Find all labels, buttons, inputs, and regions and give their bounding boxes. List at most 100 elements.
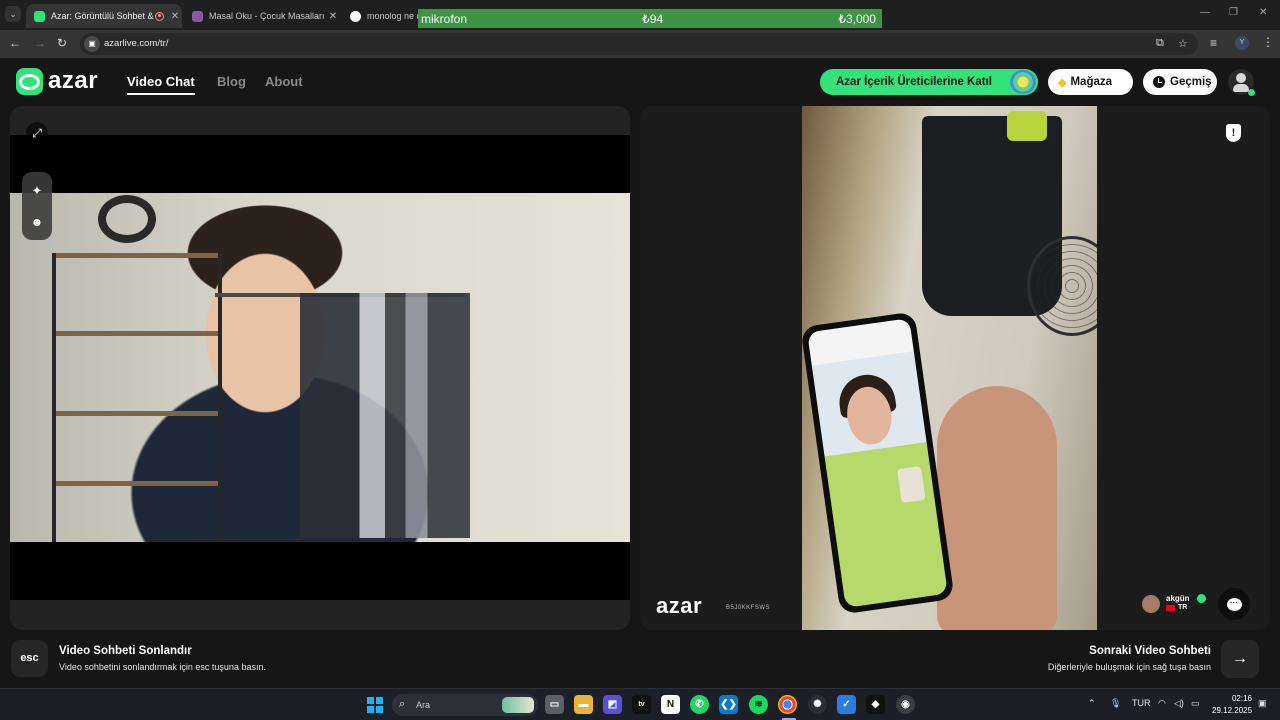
report-icon[interactable]: ! bbox=[1226, 124, 1241, 142]
sparkle-icon[interactable]: ✦ bbox=[32, 183, 43, 199]
hanging-clothes bbox=[300, 293, 470, 538]
url-text[interactable]: azarlive.com/tr/ bbox=[104, 38, 168, 49]
clock-date[interactable]: 29.12.2025 bbox=[1212, 706, 1252, 715]
remote-camera-feed bbox=[802, 106, 1097, 630]
package-icon[interactable]: ◆ bbox=[866, 695, 885, 714]
peer-info[interactable]: akgün TR bbox=[1142, 594, 1210, 616]
minimize-icon[interactable]: — bbox=[1200, 7, 1210, 18]
creator-cta-button[interactable]: Azar İçerik Üreticilerine Katıl bbox=[820, 69, 1038, 95]
media-icon[interactable]: ≡ bbox=[1210, 36, 1217, 50]
shop-button[interactable]: ◆ Mağaza bbox=[1048, 69, 1133, 95]
nav-blog[interactable]: Blog bbox=[217, 74, 246, 89]
user-avatar[interactable] bbox=[1228, 69, 1256, 97]
search-placeholder: Ara bbox=[416, 700, 431, 710]
menu-icon[interactable]: ⋮ bbox=[1262, 35, 1274, 49]
history-button[interactable]: Geçmiş bbox=[1143, 69, 1217, 95]
browser-tab-strip: ⌄ Azar: Görüntülü Sohbet & Y ✕ Masal Oku… bbox=[0, 0, 1280, 30]
clock-time[interactable]: 02:16 bbox=[1230, 694, 1252, 703]
nav-about[interactable]: About bbox=[265, 74, 303, 89]
todo-icon[interactable]: ✓ bbox=[837, 695, 856, 714]
peer-country: TR bbox=[1178, 604, 1188, 611]
shop-label: Mağaza bbox=[1070, 76, 1113, 88]
search-icon: ⌕ bbox=[399, 698, 406, 710]
language-indicator[interactable]: TUR bbox=[1132, 698, 1151, 708]
wifi-icon[interactable]: ◠ bbox=[1158, 698, 1166, 709]
close-icon[interactable]: ✕ bbox=[326, 11, 340, 22]
online-status-dot bbox=[1247, 88, 1256, 97]
gem-icon: ◆ bbox=[1058, 76, 1067, 89]
azar-favicon bbox=[34, 10, 45, 22]
record-icon bbox=[155, 11, 164, 21]
spotify-icon[interactable]: ≋ bbox=[749, 695, 768, 714]
whatsapp-icon[interactable]: ✆ bbox=[690, 695, 709, 714]
peer-avatar bbox=[1142, 595, 1160, 613]
esc-key-button[interactable]: esc bbox=[11, 640, 48, 677]
end-chat-subtitle: Video sohbetini sonlandırmak için esc tu… bbox=[59, 662, 266, 672]
chat-button[interactable]: ··· bbox=[1218, 588, 1250, 620]
expand-icon[interactable]: ⤢ bbox=[26, 122, 48, 144]
watermark-code: B5J0KKFSWS bbox=[726, 605, 771, 611]
azar-logo-icon[interactable] bbox=[16, 68, 43, 95]
bookmark-star-icon[interactable]: ☆ bbox=[1178, 37, 1188, 50]
vscode-icon[interactable]: ❮❯ bbox=[719, 695, 738, 714]
tab-masal[interactable]: Masal Oku - Çocuk Masalları - I ✕ bbox=[184, 4, 340, 28]
nav-video-chat[interactable]: Video Chat bbox=[127, 74, 195, 95]
shelf bbox=[52, 253, 222, 543]
tab-azar[interactable]: Azar: Görüntülü Sohbet & Y ✕ bbox=[26, 4, 182, 28]
creator-badge-icon bbox=[1010, 70, 1036, 94]
mic-label: mikrofon bbox=[421, 11, 468, 26]
next-chat-subtitle: Diğerleriyle buluşmak için sağ tuşa bası… bbox=[1047, 662, 1211, 672]
notion-icon[interactable]: N bbox=[661, 695, 680, 714]
address-bar[interactable]: ▣ azarlive.com/tr/ ⧉ ☆ bbox=[80, 33, 1198, 55]
forward-icon[interactable]: → bbox=[34, 36, 46, 50]
peer-name: akgün bbox=[1166, 594, 1190, 603]
masal-favicon bbox=[192, 10, 203, 22]
steering-wheel bbox=[98, 195, 156, 243]
mic-icon[interactable]: 🎙︎ bbox=[1110, 698, 1121, 709]
reload-icon[interactable]: ↻ bbox=[57, 36, 67, 50]
creator-cta-label: Azar İçerik Üreticilerine Katıl bbox=[836, 76, 992, 88]
site-info-icon[interactable]: ▣ bbox=[84, 36, 100, 52]
app-icon[interactable]: ◩ bbox=[603, 695, 622, 714]
chrome-icon[interactable] bbox=[778, 695, 797, 714]
watermark-logo: azar bbox=[656, 593, 703, 618]
tab-monolog[interactable]: monolog ne d bbox=[342, 4, 418, 28]
close-icon[interactable]: ✕ bbox=[168, 11, 182, 22]
battery-icon[interactable]: ▭ bbox=[1191, 698, 1200, 709]
taskbar-search[interactable]: ⌕ Ara bbox=[392, 694, 538, 716]
letterbox-bottom bbox=[10, 542, 630, 600]
turkey-flag-icon bbox=[1166, 605, 1175, 611]
next-chat-title: Sonraki Video Sohbeti bbox=[1089, 645, 1211, 657]
close-window-icon[interactable]: ✕ bbox=[1259, 7, 1267, 18]
tab-title: monolog ne d bbox=[367, 11, 418, 21]
chatgpt-icon[interactable]: ✺ bbox=[808, 695, 827, 714]
hand bbox=[937, 386, 1057, 630]
held-phone bbox=[802, 311, 955, 615]
record-app-icon[interactable]: ◉ bbox=[896, 695, 915, 714]
tab-title: Masal Oku - Çocuk Masalları - I bbox=[209, 11, 326, 21]
arrow-right-icon[interactable]: → bbox=[1221, 640, 1259, 678]
end-chat-title: Video Sohbeti Sonlandır bbox=[59, 645, 192, 657]
file-explorer-icon[interactable]: ▬ bbox=[574, 695, 593, 714]
tray-overflow-icon[interactable]: ⌃ bbox=[1088, 698, 1096, 709]
letterbox-top bbox=[10, 135, 630, 193]
remote-video-panel: ! azar B5J0KKFSWS akgün TR ··· bbox=[640, 106, 1270, 630]
notification-icon[interactable]: ▣ bbox=[1258, 698, 1267, 709]
windows-taskbar: ⌕ Ara ▭ ▬ ◩ tv N ✆ ❮❯ ≋ ✺ ✓ ◆ ◉ ⌃ 🎙︎ TUR… bbox=[0, 688, 1280, 720]
clock-icon bbox=[1153, 76, 1165, 88]
install-icon[interactable]: ⧉ bbox=[1156, 37, 1164, 50]
azar-logo-text[interactable]: azar bbox=[48, 67, 98, 95]
speaker-icon[interactable]: ◁) bbox=[1174, 698, 1184, 709]
google-favicon bbox=[350, 10, 361, 22]
windows-icon[interactable] bbox=[367, 697, 383, 713]
mic-right-value: ₺3,000 bbox=[838, 11, 876, 26]
tab-search-icon[interactable]: ⌄ bbox=[5, 6, 21, 22]
maximize-icon[interactable]: ❐ bbox=[1229, 7, 1238, 18]
apple-tv-icon[interactable]: tv bbox=[632, 695, 651, 714]
browser-toolbar: ← → ↻ ▣ azarlive.com/tr/ ⧉ ☆ ≡ Y ⋮ bbox=[0, 30, 1280, 58]
back-icon[interactable]: ← bbox=[9, 36, 21, 50]
task-view-icon[interactable]: ▭ bbox=[545, 695, 564, 714]
profile-avatar[interactable]: Y bbox=[1235, 36, 1249, 50]
mic-left-value: ₺94 bbox=[642, 11, 664, 26]
face-filter-icon[interactable]: ☻ bbox=[31, 215, 44, 229]
